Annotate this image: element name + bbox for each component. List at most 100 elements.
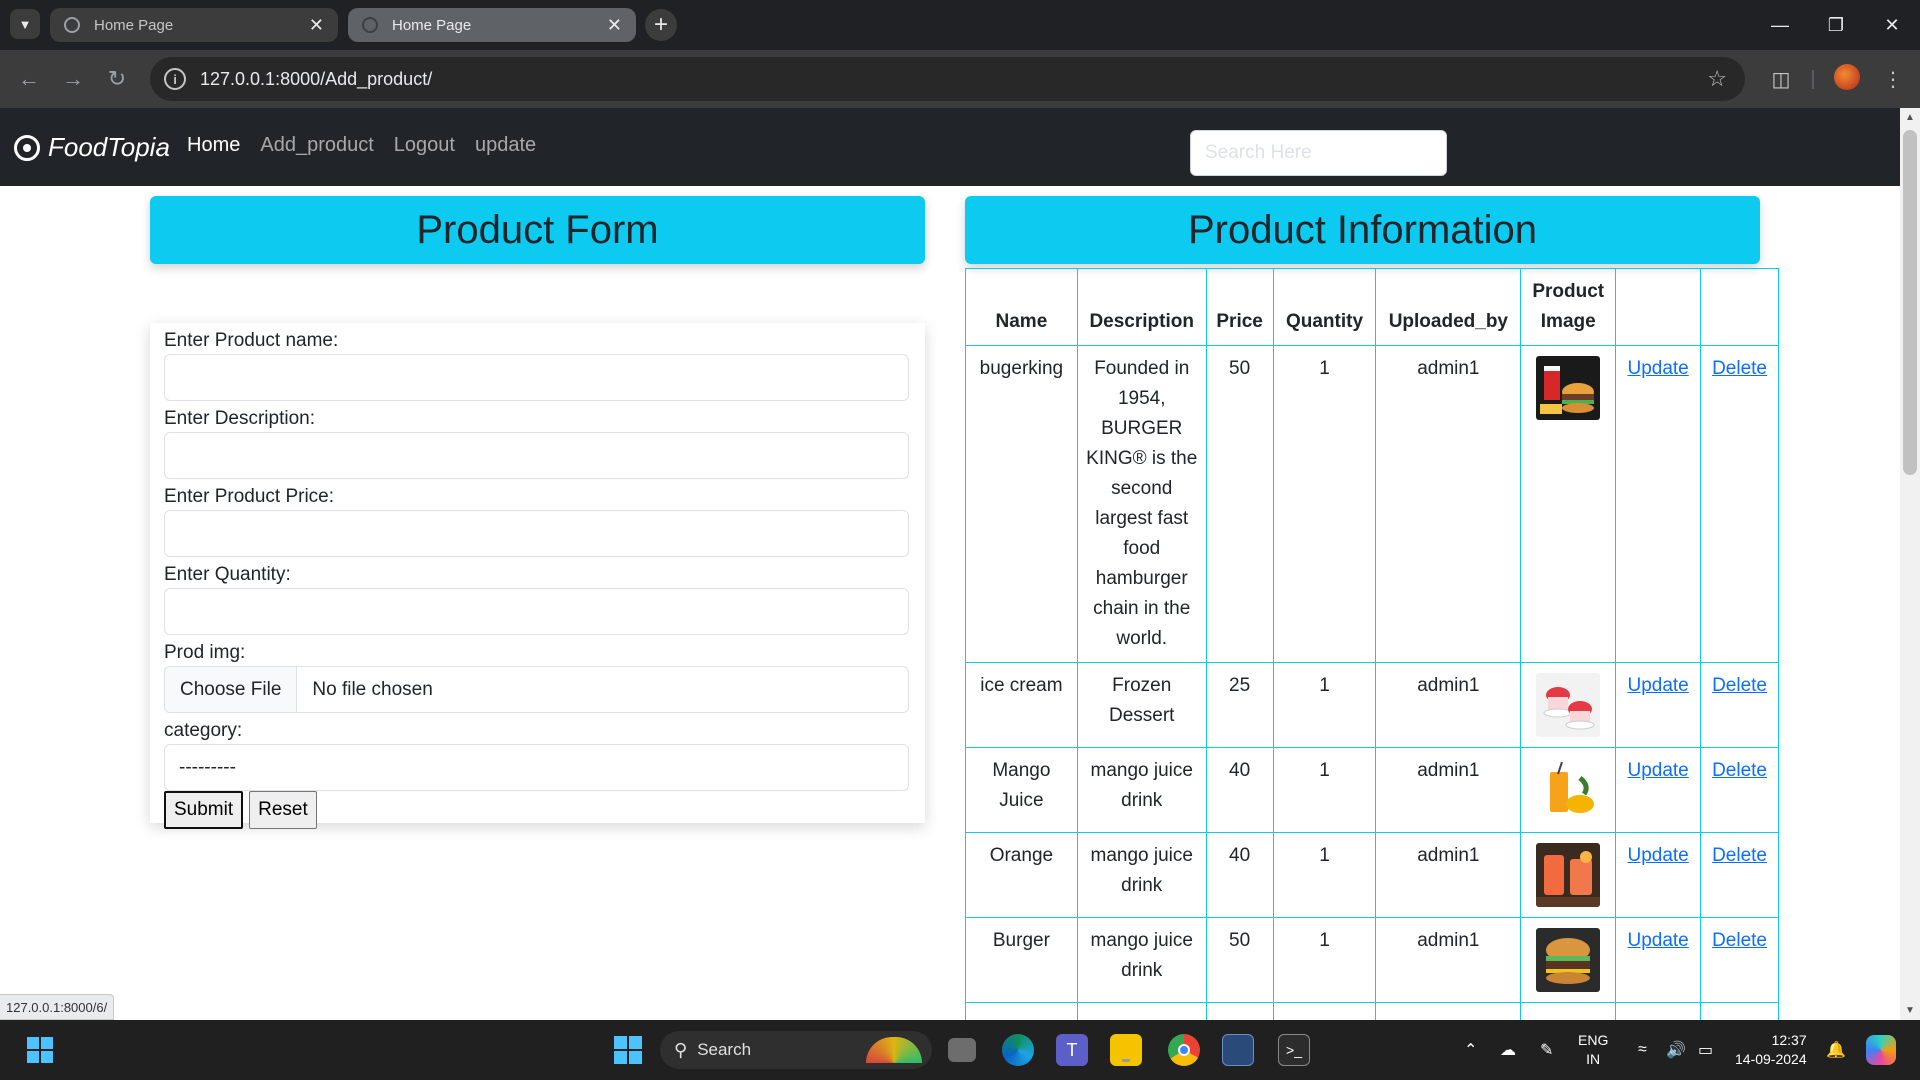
product-price-cell: 40: [1205, 832, 1274, 918]
snipping-tool-icon[interactable]: [1222, 1034, 1254, 1066]
toolbar-divider: |: [1810, 67, 1816, 90]
product-name-cell: ice cream: [965, 662, 1078, 748]
close-icon[interactable]: ✕: [607, 15, 622, 36]
product-name-cell: Mango Juice: [965, 747, 1078, 833]
column-header-delete: [1700, 268, 1779, 346]
delete-link[interactable]: Delete: [1712, 930, 1767, 951]
update-cell: Update: [1615, 662, 1702, 748]
site-info-icon[interactable]: i: [164, 68, 186, 90]
edge-icon[interactable]: [1002, 1034, 1034, 1066]
task-view-icon[interactable]: [948, 1038, 976, 1062]
file-explorer-icon[interactable]: [1110, 1034, 1142, 1066]
table-row: Burger mango juice drink 50 1 admin1 Upd…: [965, 917, 1779, 1003]
quantity-label: Enter Quantity:: [164, 564, 291, 585]
extensions-icon[interactable]: ◫: [1764, 64, 1798, 94]
clock-time: 12:37: [1771, 1032, 1807, 1048]
update-link[interactable]: Update: [1627, 358, 1688, 379]
clock[interactable]: 12:37 14-09-2024: [1735, 1020, 1807, 1080]
quantity-input[interactable]: [164, 588, 909, 635]
product-price-cell: 40: [1205, 747, 1274, 833]
description-input[interactable]: [164, 432, 909, 479]
price-input[interactable]: [164, 510, 909, 557]
product-name-input[interactable]: [164, 354, 909, 401]
pen-menu-icon[interactable]: ✎: [1540, 1020, 1553, 1080]
product-quantity-cell: 1: [1272, 662, 1377, 748]
back-button[interactable]: ←: [14, 64, 44, 94]
product-image-cell: [1520, 345, 1617, 663]
nav-link-add-product[interactable]: Add_product: [260, 134, 373, 157]
update-link[interactable]: Update: [1627, 845, 1688, 866]
show-hidden-icons-icon[interactable]: ⌃: [1464, 1020, 1477, 1080]
delete-link[interactable]: Delete: [1712, 760, 1767, 781]
update-cell: Update: [1615, 747, 1702, 833]
teams-icon[interactable]: T: [1056, 1034, 1088, 1066]
update-link[interactable]: Update: [1627, 930, 1688, 951]
minimize-button[interactable]: —: [1752, 0, 1808, 50]
browser-tab-strip: ▼ Home Page ✕ Home Page ✕ + — ❐ ✕: [0, 0, 1920, 50]
chrome-icon[interactable]: [1168, 1034, 1200, 1066]
language-indicator[interactable]: ENG IN: [1578, 1020, 1608, 1080]
chevron-down-icon: ▼: [18, 16, 32, 32]
reload-button[interactable]: ↻: [102, 64, 132, 94]
battery-icon[interactable]: ▭: [1698, 1020, 1713, 1080]
nav-link-update[interactable]: update: [475, 134, 536, 157]
description-label: Enter Description:: [164, 408, 316, 429]
address-bar[interactable]: i 127.0.0.1:8000/Add_product/ ☆: [150, 57, 1745, 101]
category-selected-value: ---------: [179, 756, 236, 778]
image-file-input[interactable]: Choose File No file chosen: [164, 666, 909, 713]
nav-links: Home Add_product Logout update: [187, 134, 536, 157]
widgets-button[interactable]: [24, 1034, 56, 1066]
scroll-up-icon[interactable]: ▲: [1905, 112, 1915, 123]
price-label: Enter Product Price:: [164, 486, 335, 507]
onedrive-icon[interactable]: ☁: [1500, 1020, 1516, 1080]
product-information-heading: Product Information: [965, 196, 1760, 264]
category-select[interactable]: ---------: [164, 744, 909, 791]
update-link[interactable]: Update: [1627, 760, 1688, 781]
page-scrollbar[interactable]: ▲ ▼: [1900, 108, 1920, 1020]
nav-link-logout[interactable]: Logout: [394, 134, 455, 157]
product-name-cell: [965, 1002, 1078, 1020]
reset-button[interactable]: Reset: [249, 791, 317, 829]
choose-file-button[interactable]: Choose File: [165, 667, 298, 712]
globe-icon: [362, 17, 378, 33]
search-input[interactable]: [1190, 130, 1447, 176]
tab-search-button[interactable]: ▼: [10, 9, 40, 39]
delete-cell: Delete: [1700, 345, 1779, 663]
close-window-button[interactable]: ✕: [1864, 0, 1920, 50]
image-label: Prod img:: [164, 642, 246, 663]
product-quantity-cell: 1: [1272, 747, 1377, 833]
notification-bell-icon[interactable]: 🔔: [1826, 1020, 1846, 1080]
mango-juice-image: [1536, 758, 1601, 822]
new-tab-button[interactable]: +: [645, 9, 677, 41]
column-header-update: [1615, 268, 1702, 346]
product-name-cell: Orange: [965, 832, 1078, 918]
close-icon[interactable]: ✕: [309, 15, 324, 36]
delete-link[interactable]: Delete: [1712, 358, 1767, 379]
terminal-icon[interactable]: >_: [1278, 1034, 1310, 1066]
start-button[interactable]: [612, 1034, 644, 1066]
scroll-down-icon[interactable]: ▼: [1905, 1005, 1915, 1016]
update-link[interactable]: Update: [1627, 675, 1688, 696]
menu-icon[interactable]: ⋮: [1878, 64, 1908, 94]
wifi-icon[interactable]: ≈: [1638, 1020, 1647, 1080]
browser-tab-active[interactable]: Home Page ✕: [50, 8, 338, 42]
browser-tab-inactive[interactable]: Home Page ✕: [348, 8, 636, 42]
scrollbar-thumb[interactable]: [1903, 130, 1917, 475]
volume-icon[interactable]: 🔊: [1666, 1020, 1686, 1080]
submit-button[interactable]: Submit: [164, 791, 244, 829]
delete-link[interactable]: Delete: [1712, 845, 1767, 866]
product-name-cell: Burger: [965, 917, 1078, 1003]
nav-link-home[interactable]: Home: [187, 134, 240, 157]
restore-button[interactable]: ❐: [1808, 0, 1864, 50]
product-description-cell: Founded in 1954, BURGER KING® is the sec…: [1076, 345, 1207, 663]
product-quantity-cell: [1272, 1002, 1377, 1020]
delete-link[interactable]: Delete: [1712, 675, 1767, 696]
taskbar-search[interactable]: ⚲ Search: [660, 1031, 932, 1069]
profile-avatar[interactable]: [1834, 64, 1860, 90]
language-code: ENG: [1578, 1032, 1609, 1048]
forward-button[interactable]: →: [58, 64, 88, 94]
form-buttons: Submit Reset: [164, 791, 911, 829]
brand-logo[interactable]: FoodTopia: [14, 132, 170, 163]
copilot-icon[interactable]: [1866, 1020, 1896, 1080]
bookmark-star-icon[interactable]: ☆: [1707, 66, 1727, 92]
